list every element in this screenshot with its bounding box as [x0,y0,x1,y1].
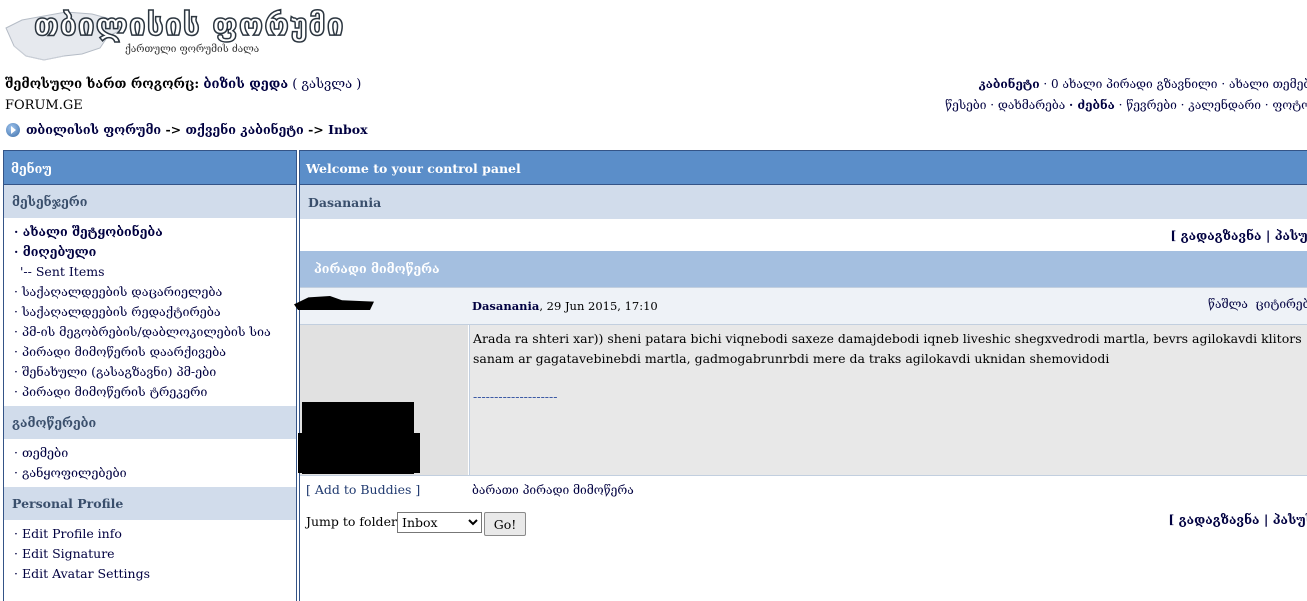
nav-members[interactable]: · წევრები [1119,98,1177,112]
menu-item-empty-folders[interactable]: · საქაღალდეების დაცარიელება [14,282,296,302]
new-pm-link[interactable]: · 0 ახალი პირადი გზავნილი [1043,77,1217,91]
author-info [298,325,468,475]
user-links: კაბინეტი · 0 ახალი პირადი გზავნილი · ახა… [979,77,1307,91]
logo-title: თბილისის ფორუმი [33,7,345,44]
menu-item-edit-avatar[interactable]: · Edit Avatar Settings [14,564,296,584]
forward-reply-links-bottom[interactable]: [ გადაგზავნა | პასუხი ] [1168,512,1307,527]
add-to-buddies-link[interactable]: [ Add to Buddies ] [306,476,420,504]
breadcrumb-current: Inbox [328,122,368,137]
message-footer: [ Add to Buddies ] ბარათი პირადი მიმოწერ… [300,475,1307,504]
redacted-avatar [298,433,420,473]
cabinet-link[interactable]: კაბინეტი [979,77,1040,91]
nav-rules[interactable]: წესები [945,98,986,112]
breadcrumb-separator: -> [303,122,329,137]
breadcrumb-separator: -> [161,122,186,137]
username-link[interactable]: ბიზის დედა [203,77,288,92]
folder-select[interactable]: Inbox [397,512,482,533]
logo-subtitle: ქართული ფორუმის ძალა [125,44,260,55]
menu-item-new-message[interactable]: · ახალი შეტყობინება [14,222,296,242]
menu-item-topics[interactable]: · თემები [14,443,296,463]
nav-search[interactable]: · ძებნა [1069,98,1115,112]
control-panel: Welcome to your control panel Dasanania … [294,150,1307,601]
menu-item-saved-pms[interactable]: · შენახული (გასაგზავნი) პმ-ები [14,362,296,382]
navstrip-arrow-icon [6,123,20,137]
panel-title: Welcome to your control panel [300,151,1307,185]
menu-item-sent-items[interactable]: '-- Sent Items [14,262,296,282]
logged-in-label: შემოსული ხართ როგორც: [5,77,200,92]
jump-to-folder: Jump to folder: Inbox Go! [ გადაგზავნა |… [300,504,1307,538]
conversation-title: Dasanania [300,185,1307,219]
menu-item-buddy-list[interactable]: · პმ-ის მეგობრების/დაბლოკილების სია [14,322,296,342]
forum-logo[interactable]: თბილისის ფორუმი ქართული ფორუმის ძალა [4,6,344,66]
pm-section-title: პირადი მიმოწერა [300,251,1307,287]
jump-label: Jump to folder: [306,514,402,529]
menu-item-edit-signature[interactable]: · Edit Signature [14,544,296,564]
menu-header: მენიუ [4,151,296,185]
menu-section-subscriptions: გამოწერები [4,406,296,439]
forward-reply-links-top[interactable]: [ გადაგზავნა | პასუხი ] [1170,228,1307,243]
quote-link[interactable]: ციტირება [1256,297,1307,311]
redacted-username [294,296,374,310]
breadcrumb: თბილისის ფორუმი -> თქვენი კაბინეტი -> In… [6,122,368,137]
breadcrumb-cabinet[interactable]: თქვენი კაბინეტი [185,122,303,137]
main-nav: წესები · დახმარება · ძებნა · წევრები · კ… [945,98,1307,112]
sidebar-menu: მენიუ მესენჯერი · ახალი შეტყობინება · მი… [3,150,297,601]
menu-item-pm-tracker[interactable]: · პირადი მიმოწერის ტრეკერი [14,382,296,402]
nav-help[interactable]: · დახმარება [990,98,1065,112]
menu-section-profile: Personal Profile [4,487,296,520]
new-topics-link[interactable]: · ახალი თემები [1221,77,1307,91]
menu-section-messenger: მესენჯერი [4,185,296,218]
message-body: Arada ra shteri xar)) sheni patara bichi… [298,324,1307,475]
menu-item-edit-folders[interactable]: · საქაღალდეების რედაქტირება [14,302,296,322]
nav-calendar[interactable]: · კალენდარი [1181,98,1261,112]
site-name: FORUM.GE [5,98,83,113]
delete-link[interactable]: წაშლა [1208,297,1248,311]
menu-item-edit-profile[interactable]: · Edit Profile info [14,524,296,544]
message-date: , 29 Jun 2015, 17:10 [539,299,658,313]
menu-item-forums[interactable]: · განყოფილებები [14,463,296,483]
message-author[interactable]: Dasanania [472,299,539,313]
menu-item-archive[interactable]: · პირადი მიმოწერის დაარქივება [14,342,296,362]
user-status: შემოსული ხართ როგორც: ბიზის დედა ( გასვლ… [5,77,361,92]
back-to-pm-link[interactable]: ბარათი პირადი მიმოწერა [472,476,634,504]
menu-item-inbox[interactable]: · მიღებული [14,242,296,262]
nav-photo[interactable]: · ფოტო [1265,98,1307,112]
breadcrumb-forum[interactable]: თბილისის ფორუმი [26,122,161,137]
message-header: Dasanania, 29 Jun 2015, 17:10 წაშლა ციტი… [294,287,1307,324]
message-text: Arada ra shteri xar)) sheni patara bichi… [473,331,1302,366]
message-signature: -------------------- [473,389,558,404]
logout-link[interactable]: ( გასვლა ) [292,77,361,92]
go-button[interactable]: Go! [484,512,526,536]
